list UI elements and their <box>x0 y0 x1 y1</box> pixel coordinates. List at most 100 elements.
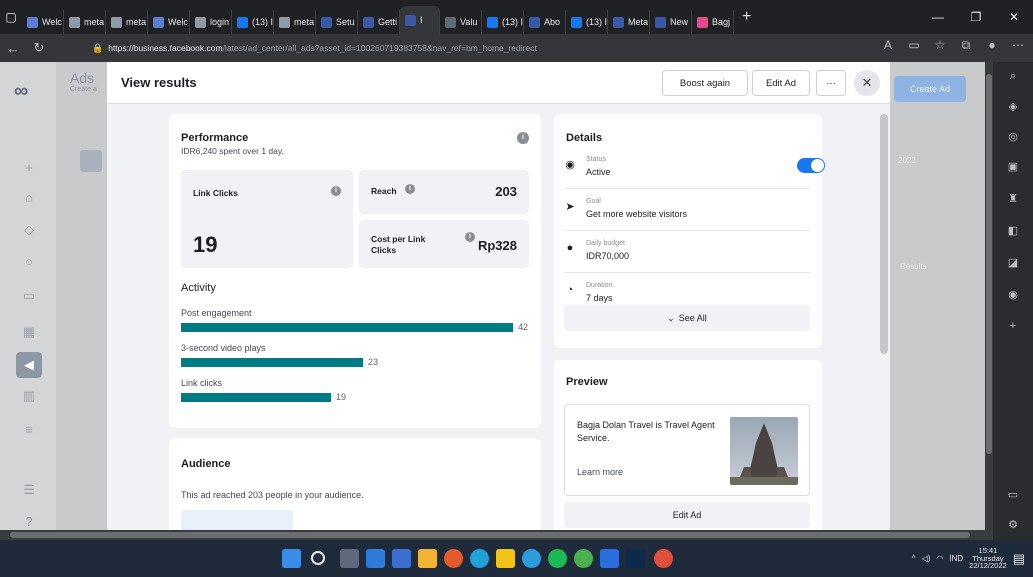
ads-megaphone-icon[interactable]: ◀ <box>16 352 42 378</box>
read-aloud-icon[interactable]: A <box>881 38 895 53</box>
boost-again-button[interactable]: Boost again <box>662 70 748 96</box>
reach-info-icon[interactable]: i <box>405 184 415 194</box>
reload-button[interactable]: ↻ <box>26 34 52 62</box>
file-explorer-icon[interactable] <box>418 549 437 568</box>
create-ad-button[interactable]: Create Ad <box>894 76 966 102</box>
status-toggle[interactable] <box>797 158 825 173</box>
messenger-icon[interactable] <box>600 549 619 568</box>
store-icon[interactable] <box>392 549 411 568</box>
shopping-icon[interactable]: ◎ <box>1005 130 1021 146</box>
browser-tab[interactable]: Welc <box>22 10 64 34</box>
menu-icon[interactable]: ≡ <box>21 422 37 438</box>
browser-tab[interactable]: (13) I <box>566 10 608 34</box>
drop-icon[interactable]: ◉ <box>1005 288 1021 304</box>
settings-taskbar-icon[interactable] <box>522 549 541 568</box>
cpc-info-icon[interactable]: i <box>465 232 475 242</box>
collections-icon[interactable]: ⧉ <box>959 38 973 53</box>
restore-button[interactable]: ❐ <box>957 0 995 34</box>
modal-scrollbar[interactable] <box>880 114 888 354</box>
performance-info-icon[interactable]: i <box>517 132 529 144</box>
spotify-icon[interactable] <box>548 549 567 568</box>
widgets-icon[interactable] <box>366 549 385 568</box>
edge-icon[interactable] <box>470 549 489 568</box>
see-all-button[interactable]: ⌄ See All <box>564 305 810 331</box>
browser-tab[interactable]: Meta <box>608 10 650 34</box>
window-menu-icon[interactable]: ▢ <box>0 0 22 34</box>
office-icon[interactable]: ◧ <box>1005 224 1021 240</box>
task-view-icon[interactable] <box>340 549 359 568</box>
settings-gear-icon[interactable]: ⚙ <box>1005 518 1021 534</box>
photoshop-icon[interactable] <box>626 549 645 568</box>
url-field[interactable]: 🔒 https://business.facebook.com /latest/… <box>92 39 822 57</box>
new-tab-button[interactable]: + <box>734 8 759 26</box>
notifications-icon[interactable]: ▤ <box>1013 551 1025 567</box>
chart-icon[interactable]: ▥ <box>21 388 37 404</box>
page-scroll-thumb[interactable] <box>986 74 992 454</box>
browser-tab[interactable]: Valu <box>440 10 482 34</box>
profile-icon[interactable]: ● <box>985 38 999 53</box>
preview-card: Preview Bagja Dolan Travel is Travel Age… <box>554 360 822 540</box>
tag-icon[interactable]: ◈ <box>1005 100 1021 116</box>
browser-tab[interactable]: meta <box>274 10 316 34</box>
help-icon[interactable]: ? <box>21 514 37 530</box>
minimize-button[interactable]: — <box>919 0 957 34</box>
app-yellow-icon[interactable] <box>496 549 515 568</box>
preview-edit-ad-button[interactable]: Edit Ad <box>564 502 810 528</box>
link-clicks-info-icon[interactable]: i <box>331 186 341 196</box>
back-button[interactable]: ← <box>0 34 26 62</box>
grid-icon[interactable]: ▦ <box>21 324 37 340</box>
clock[interactable]: 15:41 Thursday 22/12/2022 <box>969 546 1007 571</box>
more-options-button[interactable]: ··· <box>816 70 846 96</box>
browser-tab[interactable]: Setu <box>316 10 358 34</box>
browser-tab[interactable]: login <box>190 10 232 34</box>
outlook-icon[interactable]: ◪ <box>1005 256 1021 272</box>
page-hscroll-thumb[interactable] <box>10 532 970 538</box>
browser-tab[interactable]: New <box>650 10 692 34</box>
chrome-icon[interactable] <box>574 549 593 568</box>
tab-label: Setu <box>336 17 355 27</box>
browser-tab[interactable]: meta <box>64 10 106 34</box>
search-taskbar-icon[interactable] <box>311 551 325 565</box>
list-icon[interactable]: ☰ <box>21 482 37 498</box>
browser-tab[interactable]: Abo <box>524 10 566 34</box>
folder-icon[interactable]: ▭ <box>21 288 37 304</box>
page-horizontal-scrollbar[interactable] <box>0 530 985 540</box>
wifi-icon[interactable]: ◠ <box>936 554 943 563</box>
url-path: /latest/ad_center/all_ads?asset_id=10026… <box>222 43 537 53</box>
bell-icon[interactable]: ◇ <box>21 222 37 238</box>
sidebar-toggle-icon[interactable]: ▭ <box>907 38 921 53</box>
language-indicator[interactable]: IND <box>949 554 963 563</box>
toolbox-icon[interactable]: ▣ <box>1005 160 1021 176</box>
volume-icon[interactable]: ◁) <box>922 554 931 563</box>
browser-tab[interactable]: meta <box>106 10 148 34</box>
home-icon[interactable]: ⌂ <box>21 190 37 206</box>
browser-tab[interactable]: Bagj <box>692 10 734 34</box>
audience-title: Audience <box>181 458 231 470</box>
chevron-up-icon[interactable]: ^ <box>912 554 916 563</box>
edit-ad-button[interactable]: Edit Ad <box>752 70 810 96</box>
detail-label: Status <box>586 156 606 163</box>
split-screen-icon[interactable]: ▭ <box>1005 488 1021 504</box>
record-app-icon[interactable] <box>654 549 673 568</box>
more-menu-icon[interactable]: ⋯ <box>1011 38 1025 53</box>
browser-tab[interactable]: Welc <box>148 10 190 34</box>
browser-tab[interactable]: (13) I <box>232 10 274 34</box>
close-modal-button[interactable]: ✕ <box>854 70 880 96</box>
browser-tab[interactable]: (13) I <box>482 10 524 34</box>
ad-preview-box[interactable]: Bagja Dolan Travel is Travel Agent Servi… <box>564 404 810 496</box>
bg-date-filter: 2022 <box>898 156 916 165</box>
browser-tab[interactable]: Getti <box>358 10 400 34</box>
add-icon[interactable]: + <box>21 160 37 176</box>
games-icon[interactable]: ♜ <box>1005 192 1021 208</box>
tab-favicon-icon <box>363 16 374 28</box>
favorites-icon[interactable]: ☆ <box>933 38 947 53</box>
firefox-icon[interactable] <box>444 549 463 568</box>
page-vertical-scrollbar[interactable] <box>985 62 993 540</box>
add-panel-icon[interactable]: + <box>1005 320 1021 336</box>
search-icon[interactable]: ⌕ <box>1005 70 1021 86</box>
windows-start-icon[interactable] <box>282 549 301 568</box>
browser-tab[interactable]: I <box>400 6 440 34</box>
circle-icon[interactable]: ○ <box>21 254 37 270</box>
close-window-button[interactable]: ✕ <box>995 0 1033 34</box>
learn-more-link[interactable]: Learn more <box>577 467 623 477</box>
